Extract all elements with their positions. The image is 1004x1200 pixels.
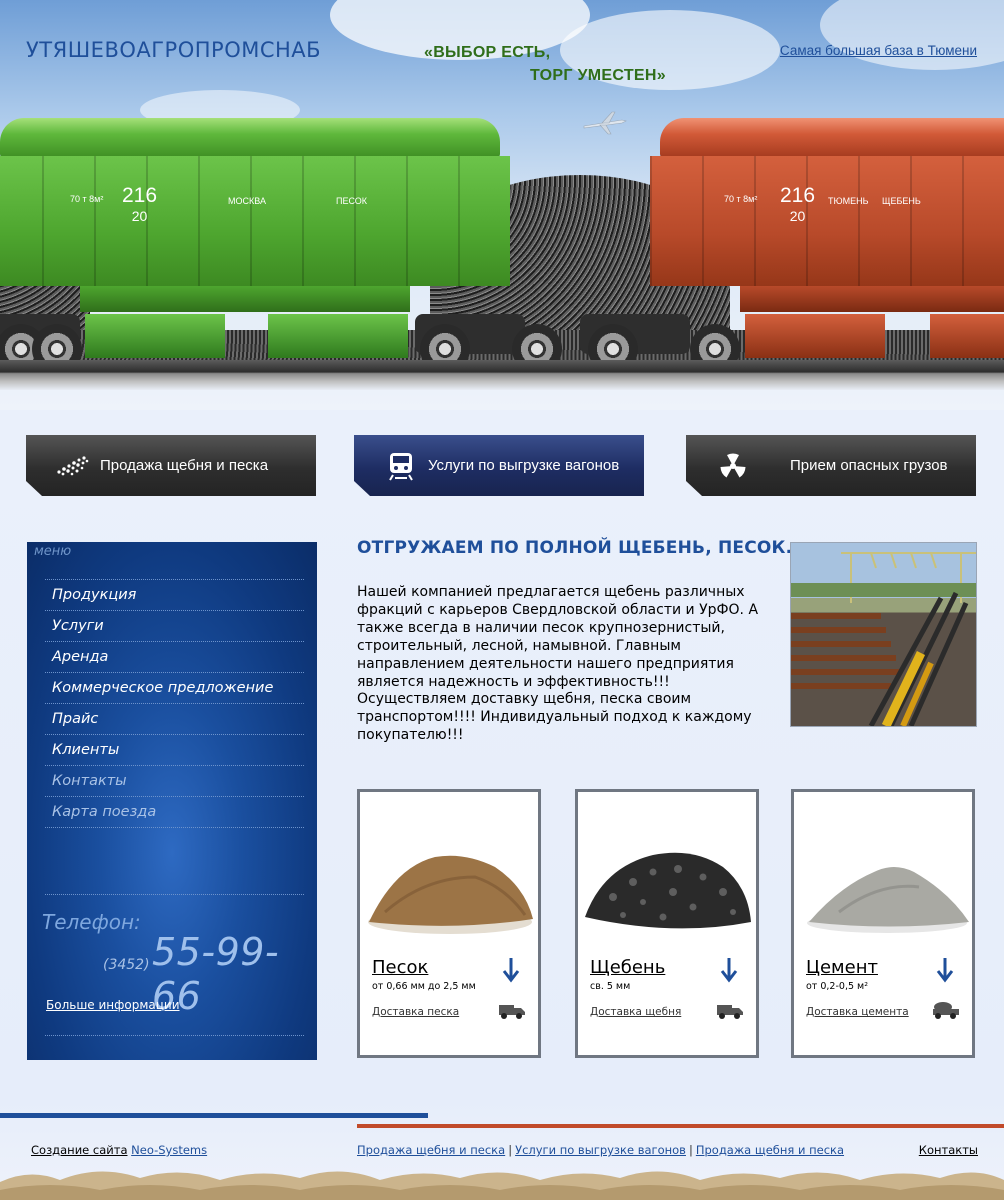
red-wagon-capacity: 70 т 8м² bbox=[724, 194, 758, 204]
footer-link-unloading[interactable]: Услуги по выгрузке вагонов bbox=[515, 1143, 686, 1157]
airplane-icon bbox=[583, 111, 627, 135]
footer-credit: Создание сайта Neo-Systems bbox=[31, 1143, 207, 1157]
sidebar-item-products[interactable]: Продукция bbox=[45, 579, 304, 610]
sand-dunes-decoration bbox=[0, 1171, 1004, 1200]
intro-text: Нашей компанией предлагается щебень разл… bbox=[357, 584, 759, 744]
phone-code: (3452) bbox=[103, 957, 150, 973]
green-wagon: 70 т 8м² 216 20 МОСКВА ПЕСОК bbox=[0, 118, 562, 374]
arrow-down-icon[interactable] bbox=[936, 958, 954, 984]
feature-sale-button[interactable]: Продажа щебня и песка bbox=[26, 435, 316, 496]
truck-icon[interactable] bbox=[498, 1000, 526, 1020]
sand-pile-image bbox=[368, 855, 533, 934]
footer-link-sale[interactable]: Продажа щебня и песка bbox=[357, 1143, 505, 1157]
footer-nav: Продажа щебня и песка | Услуги по выгрузке… bbox=[357, 1143, 844, 1157]
sidebar-title: меню bbox=[34, 544, 72, 559]
delivery-link[interactable]: Доставка щебня bbox=[590, 1006, 681, 1018]
phone-label: Телефон: bbox=[42, 910, 141, 934]
product-name[interactable]: Цемент bbox=[806, 957, 878, 978]
footer-link-sale-2[interactable]: Продажа щебня и песка bbox=[696, 1143, 844, 1157]
red-wagon-cargo: ЩЕБЕНЬ bbox=[882, 196, 921, 206]
sidebar-item-train-map[interactable]: Карта поезда bbox=[45, 796, 304, 828]
product-name[interactable]: Щебень bbox=[590, 957, 665, 978]
train-icon bbox=[374, 451, 428, 481]
green-wagon-capacity: 70 т 8м² bbox=[70, 194, 104, 204]
rails bbox=[0, 360, 1004, 390]
arrow-down-icon[interactable] bbox=[502, 958, 520, 984]
sidebar-item-price[interactable]: Прайс bbox=[45, 703, 304, 734]
product-description: от 0,2-0,5 м² bbox=[806, 981, 869, 992]
footer-line-blue bbox=[0, 1113, 428, 1118]
green-wagon-number-sub: 20 bbox=[131, 208, 148, 224]
footer-sep: | bbox=[688, 1143, 693, 1157]
product-description: св. 5 мм bbox=[590, 981, 631, 992]
sidebar-item-label: Аренда bbox=[52, 649, 109, 665]
more-info-link[interactable]: Больше информации bbox=[46, 998, 180, 1012]
sidebar-item-label: Контакты bbox=[52, 773, 127, 789]
sidebar-item-label: Коммерческое предложение bbox=[52, 680, 274, 696]
red-wagon-city: ТЮМЕНЬ bbox=[828, 196, 869, 206]
credit-prefix-link[interactable]: Создание сайта bbox=[31, 1143, 128, 1157]
green-wagon-cargo: ПЕСОК bbox=[336, 196, 368, 206]
footer-contacts-link[interactable]: Контакты bbox=[919, 1143, 978, 1157]
sidebar-item-offer[interactable]: Коммерческое предложение bbox=[45, 672, 304, 703]
credit-link[interactable]: Neo-Systems bbox=[131, 1143, 207, 1157]
footer-line-red bbox=[357, 1124, 1004, 1128]
header-banner: УТЯШЕВОАГРОПРОМСНАБ «ВЫБОР ЕСТЬ, ТОРГ УМ… bbox=[0, 0, 1004, 410]
red-wagon-number-main: 216 bbox=[780, 184, 816, 207]
radiation-icon bbox=[706, 450, 760, 482]
product-description: от 0,66 мм до 2,5 мм bbox=[372, 981, 476, 992]
truck-icon[interactable] bbox=[716, 1000, 744, 1020]
sidebar-item-label: Клиенты bbox=[52, 742, 120, 758]
slogan: «ВЫБОР ЕСТЬ, ТОРГ УМЕСТЕН» bbox=[424, 41, 666, 87]
green-wagon-number: 216 20 bbox=[122, 184, 158, 226]
feature-sale-label: Продажа щебня и песка bbox=[100, 457, 269, 474]
divider bbox=[45, 894, 304, 895]
feature-unloading-label: Услуги по выгрузке вагонов bbox=[428, 457, 620, 474]
page-title: ОТГРУЖАЕМ ПО ПОЛНОЙ ЩЕБЕНЬ, ПЕСОК. bbox=[357, 538, 793, 558]
green-wagon-number-main: 216 bbox=[122, 184, 158, 207]
divider bbox=[45, 1035, 304, 1036]
sidebar-item-label: Карта поезда bbox=[52, 804, 157, 820]
sidebar-menu: меню Продукция Услуги Аренда Коммерческо… bbox=[27, 542, 317, 1060]
sidebar-item-services[interactable]: Услуги bbox=[45, 610, 304, 641]
sidebar-item-clients[interactable]: Клиенты bbox=[45, 734, 304, 765]
product-name[interactable]: Песок bbox=[372, 957, 428, 978]
sidebar-item-label: Продукция bbox=[52, 587, 137, 603]
red-wagon: 70 т 8м² 216 20 ТЮМЕНЬ ЩЕБЕНЬ bbox=[580, 118, 1004, 374]
red-wagon-number: 216 20 bbox=[780, 184, 816, 226]
gravel-icon bbox=[46, 454, 100, 478]
feature-hazard-button[interactable]: Прием опасных грузов bbox=[686, 435, 976, 496]
cement-truck-icon[interactable] bbox=[932, 1000, 960, 1020]
slogan-line-2: ТОРГ УМЕСТЕН» bbox=[530, 67, 666, 84]
product-card-gravel[interactable]: Щебень св. 5 мм Доставка щебня bbox=[575, 789, 759, 1058]
cement-pile-image bbox=[807, 867, 969, 933]
top-link[interactable]: Самая большая база в Тюмени bbox=[780, 43, 977, 58]
green-wagon-city: МОСКВА bbox=[228, 196, 266, 206]
site-logo[interactable]: УТЯШЕВОАГРОПРОМСНАБ bbox=[26, 38, 321, 62]
arrow-down-icon[interactable] bbox=[720, 958, 738, 984]
sidebar-item-rent[interactable]: Аренда bbox=[45, 641, 304, 672]
product-card-sand[interactable]: Песок от 0,66 мм до 2,5 мм Доставка песк… bbox=[357, 789, 541, 1058]
sidebar-item-label: Услуги bbox=[52, 618, 104, 634]
slogan-line-1: «ВЫБОР ЕСТЬ, bbox=[424, 44, 551, 61]
sidebar-item-label: Прайс bbox=[52, 711, 99, 727]
delivery-link[interactable]: Доставка песка bbox=[372, 1006, 459, 1018]
feature-hazard-label: Прием опасных грузов bbox=[790, 457, 948, 474]
feature-unloading-button[interactable]: Услуги по выгрузке вагонов bbox=[354, 435, 644, 496]
sidebar-item-contacts[interactable]: Контакты bbox=[45, 765, 304, 796]
product-card-cement[interactable]: Цемент от 0,2-0,5 м² Доставка цемента bbox=[791, 789, 975, 1058]
red-wagon-number-sub: 20 bbox=[789, 208, 806, 224]
delivery-link[interactable]: Доставка цемента bbox=[806, 1006, 909, 1018]
gravel-pile-image bbox=[585, 852, 751, 929]
railway-yard-photo bbox=[790, 542, 977, 727]
footer-sep: | bbox=[508, 1143, 513, 1157]
sidebar-nav: Продукция Услуги Аренда Коммерческое пре… bbox=[45, 579, 304, 828]
